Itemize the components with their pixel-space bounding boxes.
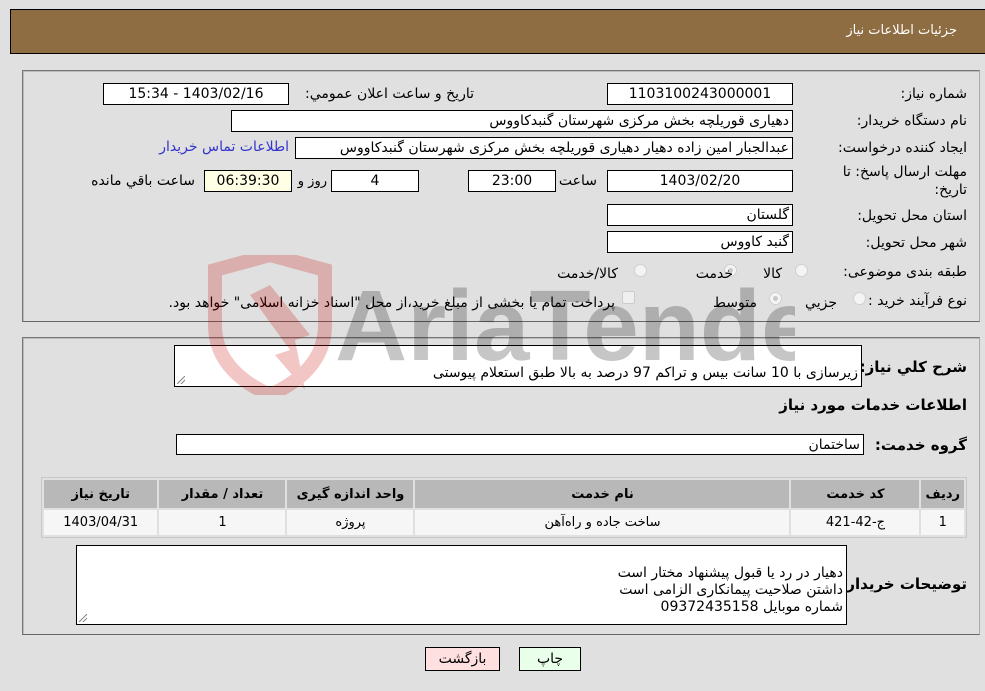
category-option-service: خدمت [695, 266, 733, 282]
col-header-quantity: تعداد / مقدار [159, 480, 286, 508]
description-label: شرح کلي نياز: [859, 358, 967, 376]
col-header-service-code: کد خدمت [791, 480, 920, 508]
service-group-label: گروه خدمت: [874, 436, 967, 454]
category-label: طبقه بندی موضوعی: [843, 264, 967, 280]
purchase-type-radio-minor[interactable] [853, 292, 866, 305]
treasury-checkbox[interactable] [622, 291, 635, 304]
city-label: شهر محل تحویل: [865, 235, 967, 251]
time-remaining-field: 06:39:30 [204, 170, 292, 192]
cell-service-name: ساخت جاده و راه‌آهن [415, 510, 790, 535]
description-textarea[interactable]: زیرسازی با 10 سانت بیس و تراکم 97 درصد ب… [174, 345, 862, 387]
buyer-notes-textarea[interactable]: دهیار در رد یا قبول پیشنهاد مختار است دا… [76, 545, 847, 625]
purchase-type-option-medium: متوسط [713, 295, 757, 311]
resize-handle-icon[interactable] [79, 614, 87, 622]
purchase-type-label: نوع فرآیند خرید : [868, 293, 967, 309]
days-remaining-field: 4 [331, 170, 419, 192]
purchase-type-radio-medium[interactable] [769, 292, 782, 305]
buyer-contact-link[interactable]: اطلاعات تماس خریدار [159, 139, 289, 155]
need-number-field: 1103100243000001 [607, 83, 793, 105]
services-section-title: اطلاعات خدمات مورد نياز [779, 396, 967, 414]
back-button[interactable]: بازگشت [425, 647, 500, 671]
city-field: گنبد کاووس [607, 231, 793, 253]
days-label: روز و [297, 174, 327, 189]
description-text: زیرسازی با 10 سانت بیس و تراکم 97 درصد ب… [432, 365, 858, 381]
category-option-goods-service: کالا/خدمت [557, 266, 618, 282]
table-row: 1 ج-42-421 ساخت جاده و راه‌آهن پروژه 1 1… [44, 510, 964, 535]
page-header: جزئیات اطلاعات نیاز [10, 9, 985, 54]
services-table: ردیف کد خدمت نام خدمت واحد اندازه گیری ت… [41, 477, 967, 538]
deadline-time-label: ساعت [558, 173, 597, 189]
province-label: استان محل تحویل: [857, 208, 967, 224]
buyer-org-field: دهیاری قوریلچه بخش مرکزی شهرستان گنبدکاو… [231, 110, 793, 132]
service-group-field: ساختمان [176, 434, 864, 455]
details-panel: شماره نیاز: 1103100243000001 تاریخ و ساع… [22, 70, 980, 322]
need-number-label: شماره نیاز: [900, 86, 968, 102]
col-header-service-name: نام خدمت [415, 480, 790, 508]
buyer-notes-label: توضیحات خریدار: [840, 575, 967, 593]
print-button[interactable]: چاپ [519, 647, 581, 671]
buyer-org-label: نام دستگاه خریدار: [856, 113, 967, 129]
cell-quantity: 1 [159, 510, 286, 535]
deadline-label: مهلت ارسال پاسخ: تا تاریخ: [842, 164, 967, 198]
cell-row-number: 1 [921, 510, 964, 535]
col-header-row-number: ردیف [921, 480, 964, 508]
requester-field: عبدالجبار امین زاده دهیار دهیاری قوریلچه… [295, 137, 793, 159]
deadline-time-field: 23:00 [468, 170, 556, 192]
cell-unit: پروژه [287, 510, 414, 535]
announce-datetime-field: 1403/02/16 - 15:34 [103, 83, 289, 105]
buyer-notes-text: دهیار در رد یا قبول پیشنهاد مختار است دا… [617, 565, 843, 615]
time-remaining-label: ساعت باقي مانده [91, 173, 195, 189]
deadline-date-field: 1403/02/20 [607, 170, 793, 192]
requester-label: ایجاد کننده درخواست: [838, 140, 967, 156]
category-radio-goods-service[interactable] [634, 264, 647, 277]
col-header-unit: واحد اندازه گیری [287, 480, 414, 508]
purchase-type-option-minor: جزيي [805, 295, 837, 311]
province-field: گلستان [607, 204, 793, 226]
col-header-need-date: تاریخ نیاز [44, 480, 158, 508]
category-radio-goods[interactable] [795, 264, 808, 277]
page-title: جزئیات اطلاعات نیاز [846, 23, 957, 38]
resize-handle-icon[interactable] [177, 376, 185, 384]
announce-datetime-label: تاریخ و ساعت اعلان عمومي: [305, 86, 474, 102]
cell-need-date: 1403/04/31 [44, 510, 158, 535]
category-option-goods: کالا [763, 266, 782, 282]
cell-service-code: ج-42-421 [791, 510, 920, 535]
treasury-note: پرداخت تمام یا بخشی از مبلغ خرید،از محل … [168, 295, 615, 311]
services-panel: شرح کلي نياز: زیرسازی با 10 سانت بیس و ت… [22, 337, 980, 635]
table-header-row: ردیف کد خدمت نام خدمت واحد اندازه گیری ت… [44, 480, 964, 508]
